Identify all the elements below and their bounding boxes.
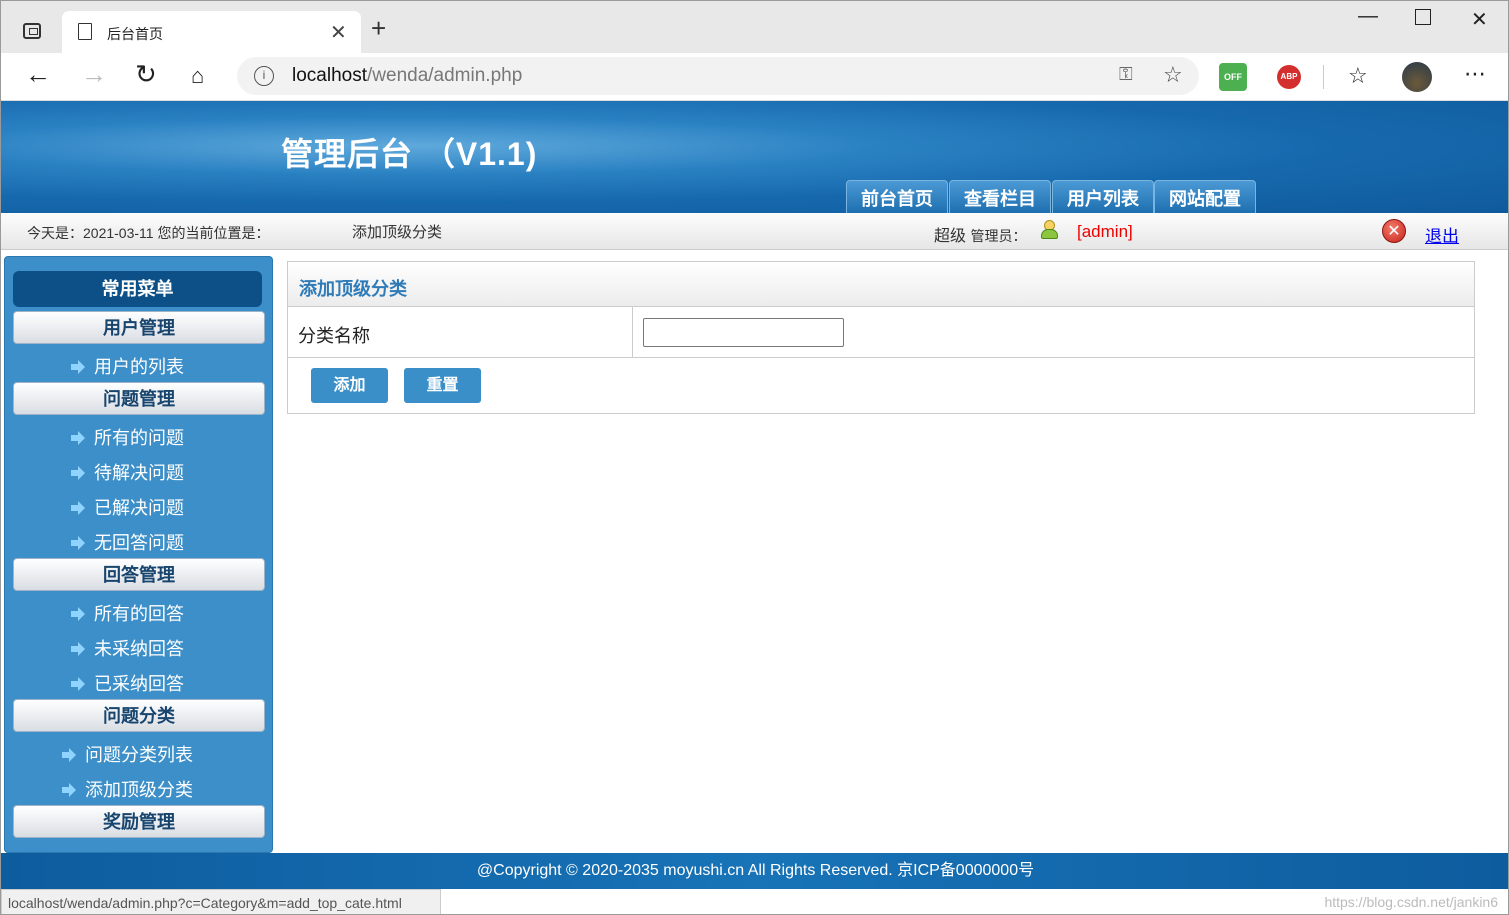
sidebar-item-accepted-answers[interactable]: 已采纳回答	[71, 673, 184, 695]
url-text[interactable]: localhost/wenda/admin.php	[292, 65, 522, 87]
arrow-icon	[71, 466, 85, 480]
status-bar-url: localhost/wenda/admin.php?c=Category&m=a…	[1, 889, 441, 914]
sidebar-section-question[interactable]: 问题管理	[13, 382, 265, 415]
tab-actions-icon[interactable]	[23, 23, 41, 39]
close-tab-icon[interactable]: ✕	[330, 20, 347, 45]
nav-site-config[interactable]: 网站配置	[1154, 180, 1256, 213]
add-button[interactable]: 添加	[311, 368, 388, 403]
maximize-button[interactable]	[1415, 9, 1431, 25]
favorites-icon[interactable]: ☆	[1348, 63, 1368, 89]
form-row: 分类名称	[288, 307, 1474, 358]
watermark: https://blog.csdn.net/jankin6	[1324, 894, 1498, 910]
logout-link[interactable]: 退出	[1425, 222, 1459, 247]
refresh-button[interactable]: ↻	[135, 61, 157, 87]
username: [admin]	[1077, 222, 1133, 241]
arrow-icon	[71, 360, 85, 374]
add-favorite-icon[interactable]: ☆	[1163, 62, 1183, 88]
sidebar-section-answer[interactable]: 回答管理	[13, 558, 265, 591]
sidebar-item-label: 所有的问题	[94, 428, 184, 448]
arrow-icon	[71, 607, 85, 621]
arrow-icon	[71, 677, 85, 691]
sidebar-item-label: 未采纳回答	[94, 639, 184, 659]
sidebar-title: 常用菜单	[13, 271, 262, 307]
sidebar-item-category-list[interactable]: 问题分类列表	[62, 744, 193, 766]
nav-frontpage[interactable]: 前台首页	[846, 180, 948, 213]
url-host: localhost	[292, 65, 367, 86]
nav-columns[interactable]: 查看栏目	[949, 180, 1051, 213]
minimize-button[interactable]: —	[1358, 5, 1378, 28]
profile-avatar[interactable]	[1402, 62, 1432, 92]
back-button[interactable]: ←	[25, 61, 51, 87]
sidebar-item-label: 添加顶级分类	[85, 780, 193, 800]
key-icon[interactable]: ⚿	[1119, 64, 1133, 85]
new-tab-button[interactable]: +	[371, 15, 386, 41]
browser-toolbar: ← → ↻ ⌂ i localhost/wenda/admin.php ⚿ ☆ …	[1, 53, 1508, 101]
nav-user-list[interactable]: 用户列表	[1052, 180, 1154, 213]
arrow-icon	[71, 536, 85, 550]
sidebar-item-unaccepted-answers[interactable]: 未采纳回答	[71, 638, 184, 660]
date-text: 今天是：2021-03-11 您的当前位置是：	[27, 225, 270, 241]
arrow-icon	[71, 501, 85, 515]
role-text: 超级 管理员：	[934, 222, 1026, 246]
form-heading: 添加顶级分类	[299, 279, 407, 299]
category-name-input[interactable]	[643, 318, 844, 347]
sidebar-item-unanswered-questions[interactable]: 无回答问题	[71, 532, 184, 554]
sidebar-item-label: 已解决问题	[94, 498, 184, 518]
sidebar-section-category[interactable]: 问题分类	[13, 699, 265, 732]
role: 超级	[934, 228, 967, 245]
arrow-icon	[62, 783, 76, 797]
page: 管理后台 （V1.1) 前台首页 查看栏目 用户列表 网站配置 今天是：2021…	[1, 101, 1508, 889]
category-name-label: 分类名称	[298, 326, 370, 346]
close-window-button[interactable]: ✕	[1471, 7, 1488, 32]
user-icon	[1040, 219, 1058, 239]
arrow-icon	[71, 431, 85, 445]
footer: @Copyright © 2020-2035 moyushi.cn All Ri…	[1, 853, 1508, 889]
sidebar-item-pending-questions[interactable]: 待解决问题	[71, 462, 184, 484]
form-header: 添加顶级分类	[288, 262, 1474, 307]
sidebar-item-label: 所有的回答	[94, 604, 184, 624]
toolbar-divider	[1323, 65, 1324, 89]
sidebar-item-all-answers[interactable]: 所有的回答	[71, 603, 184, 625]
sidebar-item-solved-questions[interactable]: 已解决问题	[71, 497, 184, 519]
browser-window: 后台首页 ✕ + — ✕ ← → ↻ ⌂ i localhost/wenda/a…	[0, 0, 1509, 915]
sidebar-item-add-top-category[interactable]: 添加顶级分类	[62, 779, 193, 801]
sidebar-item-label: 待解决问题	[94, 463, 184, 483]
arrow-icon	[71, 642, 85, 656]
forward-button[interactable]: →	[81, 61, 107, 87]
site-info-icon[interactable]: i	[254, 66, 274, 86]
page-title: 管理后台 （V1.1)	[281, 136, 538, 172]
browser-tab[interactable]: 后台首页 ✕	[62, 11, 361, 53]
sidebar-section-reward[interactable]: 奖励管理	[13, 805, 265, 838]
address-bar[interactable]: i localhost/wenda/admin.php ⚿ ☆	[237, 57, 1199, 95]
home-button[interactable]: ⌂	[191, 63, 204, 89]
sidebar-item-label: 已采纳回答	[94, 674, 184, 694]
arrow-icon	[62, 748, 76, 762]
current-location: 添加顶级分类	[352, 224, 443, 241]
page-icon	[78, 23, 92, 40]
sidebar-item-label: 问题分类列表	[85, 745, 193, 765]
sidebar-item-label: 用户的列表	[94, 357, 184, 377]
more-menu-icon[interactable]: ⋯	[1464, 61, 1486, 87]
role-suffix: 管理员：	[970, 228, 1027, 244]
sidebar: 常用菜单 用户管理 用户的列表 问题管理 所有的问题 待解决问题 已解决问题 无…	[4, 256, 273, 853]
add-category-form: 添加顶级分类 分类名称 添加 重置	[287, 261, 1475, 414]
extension-off-icon[interactable]: OFF	[1219, 63, 1247, 91]
cell-divider	[632, 307, 633, 357]
adblock-icon[interactable]: ABP	[1277, 65, 1301, 89]
sidebar-section-user[interactable]: 用户管理	[13, 311, 265, 344]
url-path: /wenda/admin.php	[367, 65, 523, 86]
info-bar: 今天是：2021-03-11 您的当前位置是： 添加顶级分类 超级 管理员： […	[1, 213, 1508, 250]
header-banner: 管理后台 （V1.1) 前台首页 查看栏目 用户列表 网站配置	[1, 101, 1508, 213]
sidebar-item-all-questions[interactable]: 所有的问题	[71, 427, 184, 449]
tab-strip: 后台首页 ✕ + — ✕	[1, 1, 1508, 53]
sidebar-item-user-list[interactable]: 用户的列表	[71, 356, 184, 378]
reset-button[interactable]: 重置	[404, 368, 481, 403]
tab-title: 后台首页	[107, 26, 163, 42]
logout-icon[interactable]: ✕	[1382, 219, 1406, 243]
sidebar-item-label: 无回答问题	[94, 533, 184, 553]
